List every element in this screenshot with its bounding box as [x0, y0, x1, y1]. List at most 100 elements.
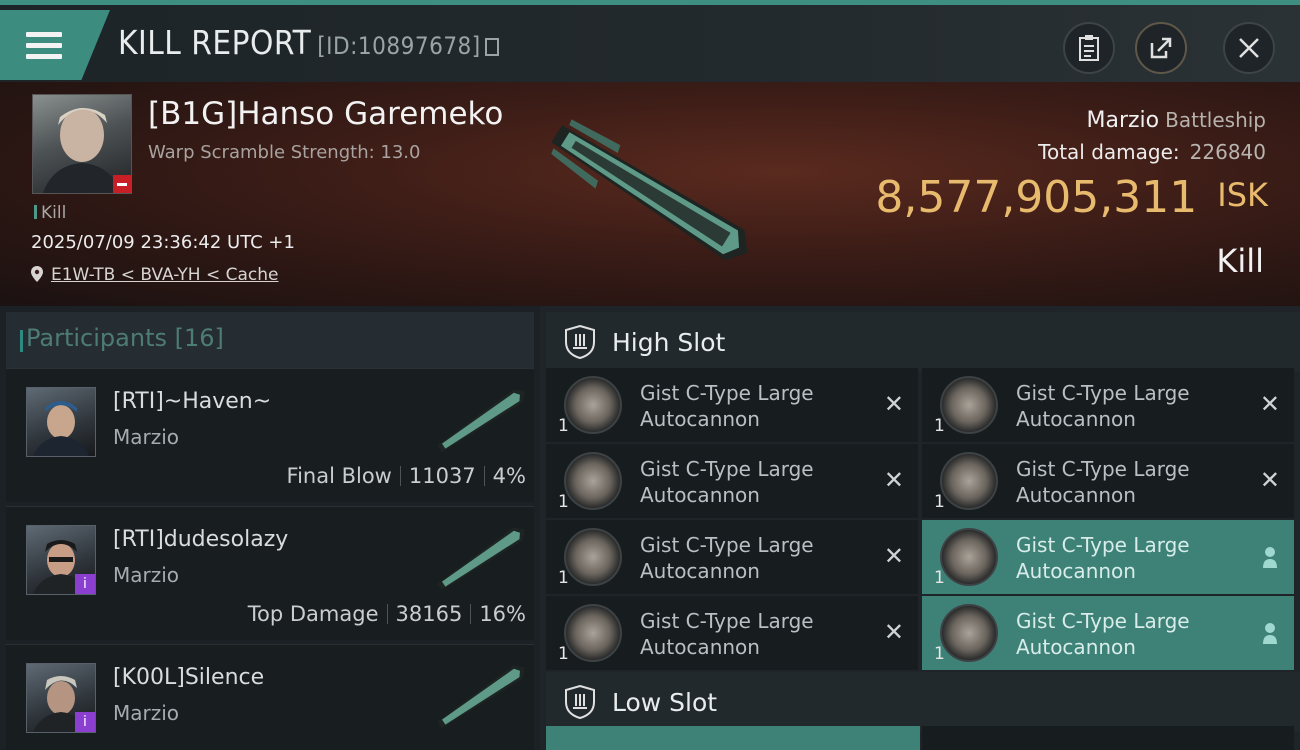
module-name: Gist C-Type Large Autocannon [1016, 381, 1190, 431]
kill-location[interactable]: E1W-TB < BVA-YH < Cache [31, 265, 279, 285]
copy-icon[interactable] [484, 38, 499, 56]
result-label: Kill [1216, 242, 1264, 280]
module-slot-dropped[interactable]: 1 Gist C-Type Large Autocannon [922, 520, 1294, 594]
participant-stats: Final Blow 11037 4% [287, 464, 526, 488]
hamburger-icon [26, 32, 62, 65]
autocannon-icon [564, 528, 622, 586]
module-name: Gist C-Type Large Autocannon [640, 457, 814, 507]
isk-value: 8,577,905,311 ISK [875, 172, 1268, 223]
kill-datetime: 2025/07/09 23:36:42 UTC +1 [31, 232, 295, 253]
module-name: Gist C-Type Large Autocannon [1016, 457, 1190, 507]
title-text: KILL REPORT [118, 23, 312, 62]
module-slot[interactable]: 1 Gist C-Type Large Autocannon ✕ [546, 368, 918, 442]
ship-name: Marzio [1086, 108, 1160, 133]
scram-strength: Warp Scramble Strength: 13.0 [148, 142, 421, 163]
participant-percent: 16% [479, 602, 526, 626]
participants-header: Participants [16] [6, 312, 534, 368]
corp-badge-icon: i [75, 574, 95, 594]
module-qty: 1 [558, 568, 569, 588]
clipboard-button[interactable] [1063, 22, 1115, 74]
close-icon [1239, 38, 1259, 58]
victim-ship-image [551, 119, 748, 261]
participant-role: Top Damage [247, 602, 379, 626]
autocannon-icon [940, 604, 998, 662]
menu-button[interactable] [0, 10, 110, 80]
autocannon-icon [564, 604, 622, 662]
module-name: Gist C-Type Large Autocannon [640, 533, 814, 583]
victim-ship: Marzio Battleship [1086, 108, 1266, 133]
report-id: [ID:10897678] [317, 32, 481, 60]
location-link[interactable]: E1W-TB < BVA-YH < Cache [51, 265, 279, 285]
share-icon [1150, 37, 1172, 59]
participant-ship-image [437, 389, 525, 453]
module-slot-dropped[interactable]: 1 Gist C-Type Large Autocannon [922, 596, 1294, 670]
participants-panel: Participants [16] [RTI]~Haven~ Marzio Fi… [0, 306, 540, 750]
participants-title: Participants [16] [20, 324, 224, 352]
share-button[interactable] [1135, 22, 1187, 74]
participant-damage: 11037 [408, 464, 476, 488]
module-name: Gist C-Type Large Autocannon [1016, 533, 1190, 583]
autocannon-icon [940, 452, 998, 510]
participant-card[interactable]: i [RTI]dudesolazy Marzio Top Damage 38165… [6, 506, 534, 640]
module-qty: 1 [558, 416, 569, 436]
module-slot[interactable]: 1 Gist C-Type Large Autocannon ✕ [546, 596, 918, 670]
person-icon [1263, 623, 1277, 644]
avatar [26, 387, 96, 457]
module-qty: 1 [558, 492, 569, 512]
module-name: Gist C-Type Large Autocannon [1016, 609, 1190, 659]
high-slot-header: High Slot [546, 312, 1300, 372]
total-damage-label: Total damage: [1038, 140, 1180, 164]
low-slot-header: Low Slot [546, 672, 1300, 732]
victim-banner: [B1G]Hanso Garemeko Warp Scramble Streng… [0, 82, 1300, 306]
module-qty: 1 [934, 416, 945, 436]
module-qty: 1 [934, 568, 945, 588]
module-slot-partial[interactable] [922, 726, 1294, 750]
participant-card[interactable]: [RTI]~Haven~ Marzio Final Blow 11037 4% [6, 368, 534, 502]
victim-portrait[interactable] [32, 94, 132, 194]
module-slot-partial[interactable] [546, 726, 920, 750]
module-slot[interactable]: 1 Gist C-Type Large Autocannon ✕ [546, 520, 918, 594]
module-slot[interactable]: 1 Gist C-Type Large Autocannon ✕ [922, 368, 1294, 442]
ship-class: Battleship [1165, 108, 1266, 132]
destroyed-x-icon: ✕ [883, 390, 904, 418]
module-qty: 1 [558, 644, 569, 664]
fitting-panel: High Slot 1 Gist C-Type Large Autocannon … [540, 306, 1300, 750]
corp-badge-icon: i [75, 712, 95, 732]
low-slot-label: Low Slot [612, 688, 718, 717]
autocannon-icon [940, 528, 998, 586]
close-button[interactable] [1223, 22, 1275, 74]
kill-tag: Kill [34, 203, 66, 223]
destroyed-x-icon: ✕ [883, 542, 904, 570]
hostile-badge-icon [113, 175, 131, 193]
total-damage-value: 226840 [1189, 140, 1266, 164]
participant-name: [RTI]~Haven~ [113, 389, 272, 414]
module-qty: 1 [934, 492, 945, 512]
autocannon-icon [564, 376, 622, 434]
participant-name: [RTI]dudesolazy [113, 527, 289, 552]
autocannon-icon [940, 376, 998, 434]
participant-card[interactable]: i [K00L]Silence Marzio [6, 644, 534, 750]
participant-ship: Marzio [113, 563, 180, 587]
autocannon-icon [564, 452, 622, 510]
avatar: i [26, 663, 96, 733]
module-name: Gist C-Type Large Autocannon [640, 381, 814, 431]
victim-name[interactable]: [B1G]Hanso Garemeko [148, 96, 503, 132]
clipboard-icon [1079, 35, 1099, 61]
isk-unit: ISK [1217, 176, 1268, 214]
module-slot[interactable]: 1 Gist C-Type Large Autocannon ✕ [546, 444, 918, 518]
participant-name: [K00L]Silence [113, 665, 265, 690]
page-title: KILL REPORT [ID:10897678] [118, 23, 499, 62]
destroyed-x-icon: ✕ [1259, 390, 1280, 418]
avatar: i [26, 525, 96, 595]
destroyed-x-icon: ✕ [1259, 466, 1280, 494]
participant-ship-image [437, 665, 525, 729]
total-damage: Total damage: 226840 [1038, 140, 1266, 164]
top-bar: KILL REPORT [ID:10897678] [0, 0, 1300, 82]
low-slot-icon [565, 684, 595, 720]
destroyed-x-icon: ✕ [883, 466, 904, 494]
high-slot-icon [565, 324, 595, 360]
participant-role: Final Blow [286, 464, 392, 488]
module-slot[interactable]: 1 Gist C-Type Large Autocannon ✕ [922, 444, 1294, 518]
participant-percent: 4% [492, 464, 526, 488]
participants-label: Participants [26, 324, 167, 352]
